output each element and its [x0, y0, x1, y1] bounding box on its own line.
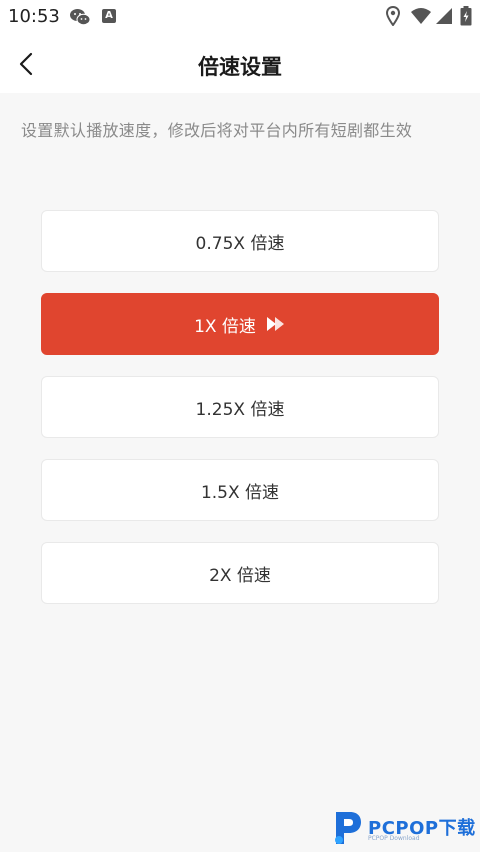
pcpop-logo-icon — [335, 812, 361, 844]
option-label: 1.5X 倍速 — [200, 482, 280, 503]
speed-option-1-25x[interactable]: 1.25X 倍速 — [41, 376, 439, 438]
wifi-icon — [411, 8, 431, 24]
header: 倍速设置 — [0, 33, 480, 93]
signal-icon — [436, 8, 452, 24]
status-time: 10:53 — [8, 6, 60, 27]
speed-settings-screen: 10:53 A 倍速设置 设置默认播放速度，修改后将对平台内所有短剧都生效 0.… — [0, 0, 480, 852]
speed-option-1x[interactable]: 1X 倍速 — [41, 293, 439, 355]
status-bar: 10:53 A — [0, 0, 480, 33]
a-notification-icon: A — [102, 9, 116, 23]
option-label: 2X 倍速 — [209, 565, 271, 586]
description-text: 设置默认播放速度，修改后将对平台内所有短剧都生效 — [21, 121, 413, 140]
wechat-icon — [70, 9, 91, 26]
location-icon — [386, 6, 400, 26]
page-title: 倍速设置 — [198, 55, 282, 79]
speed-option-0-75x[interactable]: 0.75X 倍速 — [41, 210, 439, 272]
speed-option-2x[interactable]: 2X 倍速 — [41, 542, 439, 604]
option-label: 1X 倍速 — [194, 316, 256, 337]
option-label: 1.25X 倍速 — [195, 399, 285, 420]
watermark-subtext: PCPOP Download — [368, 835, 420, 842]
speed-option-1-5x[interactable]: 1.5X 倍速 — [41, 459, 439, 521]
fast-forward-icon — [266, 317, 284, 331]
watermark: PCPOP下载 PCPOP Download — [332, 808, 478, 848]
option-label: 0.75X 倍速 — [195, 233, 285, 254]
battery-icon — [460, 6, 472, 26]
